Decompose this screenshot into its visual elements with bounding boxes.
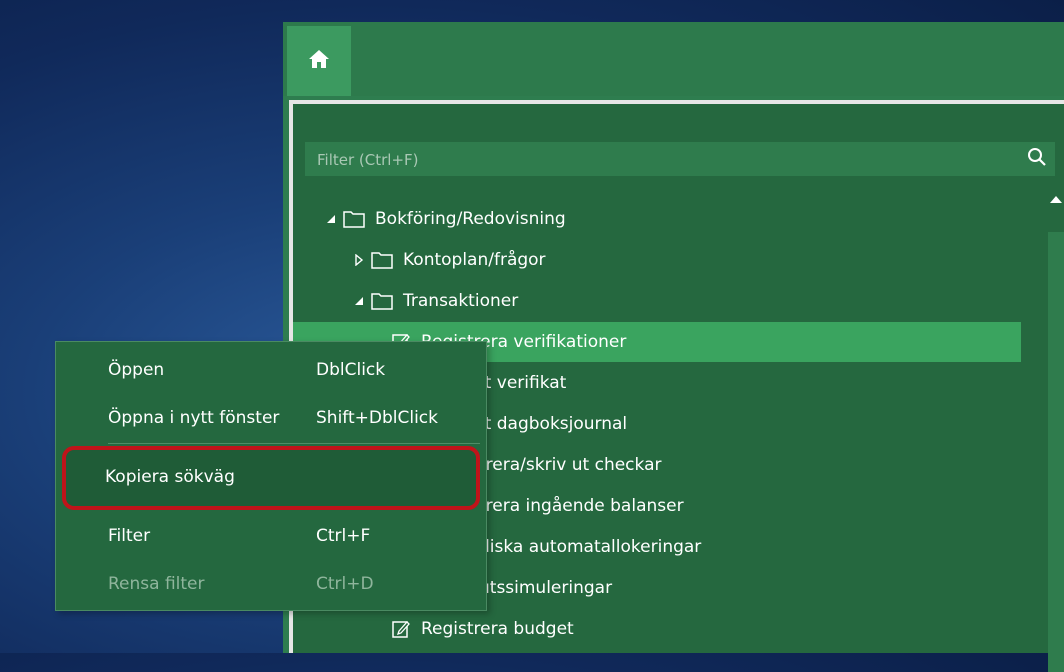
home-button[interactable]	[287, 26, 351, 96]
folder-icon	[371, 251, 393, 269]
tree-item[interactable]: utssimuleringar	[479, 568, 612, 608]
home-icon	[308, 49, 330, 73]
menu-item-clear-filter: Rensa filter Ctrl+D	[56, 564, 486, 606]
tree-item-bokforing[interactable]: Bokföring/Redovisning	[323, 199, 566, 239]
menu-item-label: Filter	[108, 526, 151, 546]
tree-item-label: trera/skriv ut checkar	[479, 455, 662, 475]
expanded-arrow-icon[interactable]	[323, 214, 339, 224]
menu-item-label: Öppen	[108, 360, 165, 380]
tree-item-label: diska automatallokeringar	[479, 537, 702, 557]
menu-item-filter[interactable]: Filter Ctrl+F	[56, 516, 486, 558]
menu-item-shortcut: DblClick	[316, 360, 386, 380]
tree-item-label: Kontoplan/frågor	[403, 250, 546, 270]
top-toolbar	[283, 22, 1064, 96]
menu-item-open-new-window[interactable]: Öppna i nytt fönster Shift+DblClick	[56, 398, 486, 440]
tree-item[interactable]: ft verifikat	[479, 363, 566, 403]
tree-item-label: ft verifikat	[479, 373, 567, 393]
tree-item[interactable]: trera/skriv ut checkar	[479, 445, 661, 485]
menu-separator	[108, 443, 480, 444]
menu-item-shortcut: Ctrl+F	[316, 526, 371, 546]
scroll-up-icon[interactable]	[1050, 196, 1062, 203]
filter-input[interactable]	[305, 142, 1019, 178]
tree-item[interactable]: trera ingående balanser	[479, 486, 684, 526]
tree-item[interactable]: ft dagboksjournal	[479, 404, 627, 444]
scrollbar-thumb[interactable]	[1048, 232, 1064, 672]
tree-item-label: trera ingående balanser	[479, 496, 684, 516]
menu-item-shortcut: Shift+DblClick	[316, 408, 438, 428]
menu-item-copy-path[interactable]: Kopiera sökväg	[105, 467, 235, 487]
tree-item-label: ft dagboksjournal	[479, 414, 628, 434]
collapsed-arrow-icon[interactable]	[351, 254, 367, 266]
tree-item-kontoplan[interactable]: Kontoplan/frågor	[351, 240, 546, 280]
search-icon	[1027, 147, 1047, 171]
expanded-arrow-icon[interactable]	[351, 296, 367, 306]
filter-box	[305, 142, 1055, 178]
menu-item-label: Rensa filter	[108, 574, 205, 594]
tree-item[interactable]: diska automatallokeringar	[479, 527, 701, 567]
search-button[interactable]	[1023, 146, 1051, 172]
tree-item-label: Bokföring/Redovisning	[375, 209, 566, 229]
menu-item-shortcut: Ctrl+D	[316, 574, 374, 594]
menu-item-label: Öppna i nytt fönster	[108, 408, 280, 428]
menu-item-label: Kopiera sökväg	[105, 467, 235, 487]
tree-item-label: utssimuleringar	[479, 578, 613, 598]
folder-icon	[343, 210, 365, 228]
tree-item-label: Registrera budget	[421, 619, 574, 639]
edit-icon	[391, 619, 411, 639]
tree-item-registrera-budget[interactable]: Registrera budget	[391, 609, 574, 649]
tree-item-transaktioner[interactable]: Transaktioner	[351, 281, 518, 321]
tree-item-label: Transaktioner	[403, 291, 519, 311]
folder-icon	[371, 292, 393, 310]
menu-item-open[interactable]: Öppen DblClick	[56, 350, 486, 392]
